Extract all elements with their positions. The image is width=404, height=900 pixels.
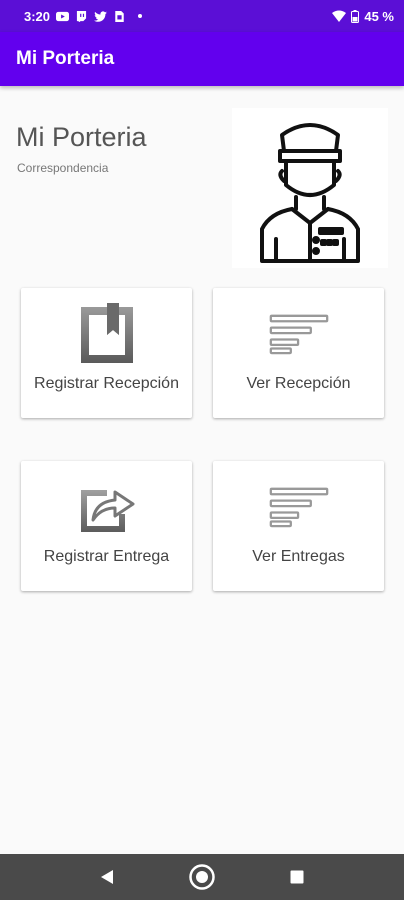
registrar-entrega-button[interactable]: Registrar Entrega — [21, 461, 192, 591]
youtube-icon — [56, 11, 70, 21]
back-button[interactable] — [85, 855, 129, 899]
recents-button[interactable] — [275, 855, 319, 899]
wifi-icon — [332, 10, 347, 22]
twitter-icon — [94, 10, 108, 22]
bookmark-box-icon — [77, 303, 137, 364]
ver-entregas-button[interactable]: Ver Entregas — [213, 461, 384, 591]
card-label: Ver Entregas — [252, 548, 345, 565]
sim-card-icon — [115, 10, 124, 22]
ver-recepcion-button[interactable]: Ver Recepción — [213, 288, 384, 418]
battery-percent: 45 % — [364, 8, 394, 24]
home-button[interactable] — [180, 855, 224, 899]
list-lines-icon — [269, 304, 329, 364]
status-time: 3:20 — [24, 8, 51, 24]
notification-dot — [138, 14, 143, 18]
system-navigation-bar — [0, 854, 404, 900]
card-label: Registrar Recepción — [34, 375, 179, 392]
app-bar-title: Mi Porteria — [16, 48, 115, 69]
card-label: Ver Recepción — [246, 375, 351, 392]
status-bar: 3:20 45 % — [0, 0, 404, 32]
back-triangle-icon — [101, 870, 114, 884]
twitch-icon — [76, 10, 87, 22]
share-out-icon — [77, 477, 137, 537]
recents-square-icon — [290, 870, 304, 884]
card-label: Registrar Entrega — [43, 548, 170, 565]
page-title: Mi Porteria — [16, 122, 147, 152]
list-lines-icon — [269, 477, 329, 537]
doorman-illustration — [232, 108, 388, 268]
registrar-recepcion-button[interactable]: Registrar Recepción — [21, 288, 192, 418]
page-subtitle: Correspondencia — [17, 161, 109, 175]
battery-icon — [351, 9, 360, 23]
home-circle-icon — [189, 864, 215, 890]
app-bar: Mi Porteria — [0, 32, 404, 86]
